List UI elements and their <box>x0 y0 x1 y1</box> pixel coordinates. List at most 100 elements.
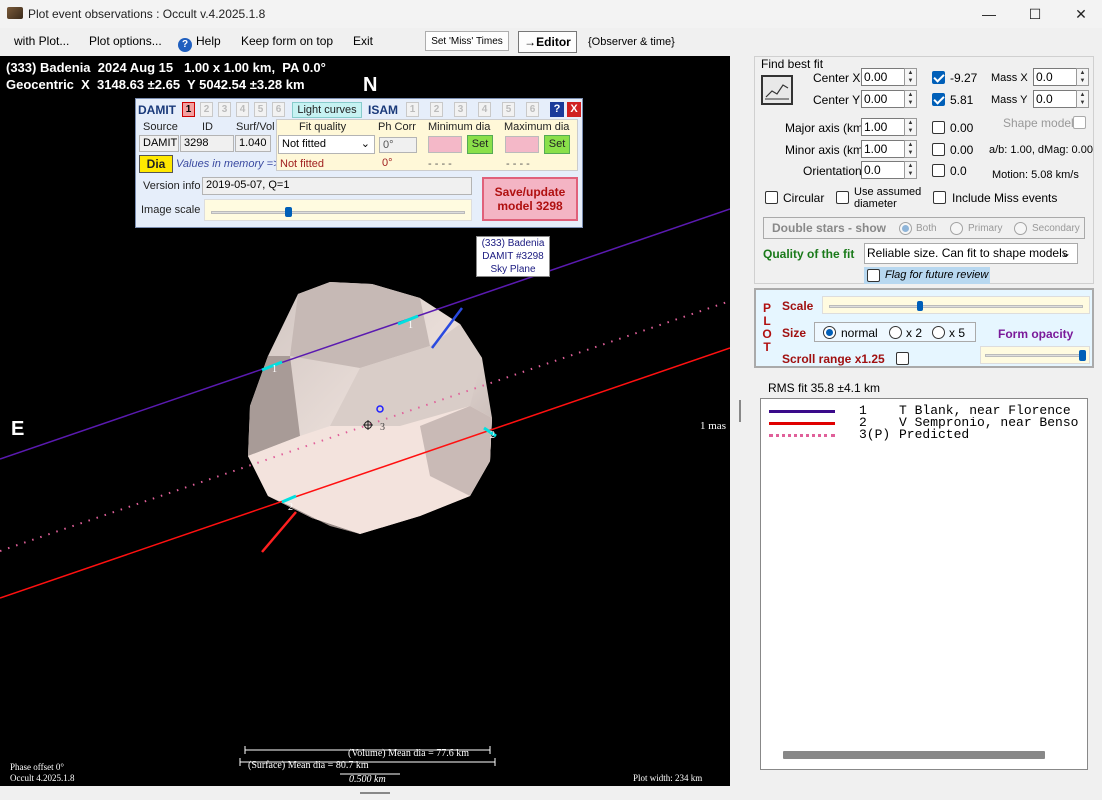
scroll-range-checkbox[interactable] <box>896 352 909 365</box>
minor-axis-checkbox[interactable] <box>932 143 945 156</box>
id-field: 3298 <box>180 135 234 152</box>
save-update-model-button[interactable]: Save/update model 3298 <box>482 177 578 221</box>
menu-exit[interactable]: Exit <box>353 34 373 48</box>
scale-label: Scale <box>782 299 814 313</box>
orientation-checkbox[interactable] <box>932 164 945 177</box>
plot-canvas[interactable]: (333) Badenia 2024 Aug 15 1.00 x 1.00 km… <box>0 56 730 786</box>
center-y-input[interactable]: 0.00 <box>861 90 905 108</box>
scroll-range-label: Scroll range x1.25 <box>782 352 885 366</box>
center-x-spinner[interactable]: ▲ ▼ <box>904 68 917 86</box>
size-x5-radio[interactable] <box>932 326 945 339</box>
slider-thumb[interactable] <box>1079 350 1086 361</box>
form-opacity-slider[interactable] <box>980 346 1090 364</box>
center-x-residual: -9.27 <box>950 71 978 85</box>
mass-x-spinner[interactable]: ▲ ▼ <box>1076 68 1089 86</box>
isam-model-6[interactable]: 6 <box>526 102 539 117</box>
menu-with-plot[interactable]: with Plot... <box>14 34 69 48</box>
menu-help[interactable]: ? Help <box>178 34 221 52</box>
flag-review-checkbox[interactable] <box>867 269 880 282</box>
mass-y-label: Mass Y <box>991 94 1028 106</box>
min-dia-field[interactable] <box>428 136 462 153</box>
damit-close-button[interactable]: X <box>567 102 581 117</box>
isam-model-2[interactable]: 2 <box>430 102 443 117</box>
mass-x-input[interactable]: 0.0 <box>1033 68 1077 86</box>
minimize-button[interactable]: — <box>966 0 1012 28</box>
size-x5-label: x 5 <box>949 326 966 340</box>
orientation-label: Orientation <box>803 164 862 178</box>
label-sky-plane: Sky Plane <box>490 264 536 275</box>
isam-model-5[interactable]: 5 <box>502 102 515 117</box>
damit-help-button[interactable]: ? <box>550 102 564 117</box>
image-scale-slider[interactable] <box>204 199 472 221</box>
fit-quality-select[interactable]: Not fitted ⌄ <box>278 135 375 154</box>
damit-model-6[interactable]: 6 <box>272 102 285 117</box>
image-scale-label: Image scale <box>141 204 201 216</box>
editor-button[interactable]: →Editor <box>518 31 577 53</box>
primary-radio[interactable] <box>950 222 963 235</box>
mass-y-input[interactable]: 0.0 <box>1033 90 1077 108</box>
size-normal-label: normal <box>841 326 878 340</box>
max-dia-header: Maximum dia <box>504 121 570 133</box>
major-axis-checkbox[interactable] <box>932 121 945 134</box>
mass-y-spinner[interactable]: ▲ ▼ <box>1076 90 1089 108</box>
legend-panel: 1 T Blank, near Florence 2 V Sempronio, … <box>760 398 1088 770</box>
min-dia-header: Minimum dia <box>428 121 491 133</box>
close-button[interactable]: ✕ <box>1058 0 1102 28</box>
legend-scrollbar[interactable] <box>783 751 1045 759</box>
minor-axis-input[interactable]: 1.00 <box>861 140 905 158</box>
max-dia-memory: - - - - <box>506 158 530 170</box>
damit-model-1[interactable]: 1 <box>182 102 195 117</box>
secondary-radio[interactable] <box>1014 222 1027 235</box>
maximize-button[interactable]: ☐ <box>1012 0 1058 28</box>
title-bar: Plot event observations : Occult v.4.202… <box>0 0 1102 28</box>
damit-model-5[interactable]: 5 <box>254 102 267 117</box>
orientation-spinner[interactable]: ▲ ▼ <box>904 161 917 179</box>
isam-model-1[interactable]: 1 <box>406 102 419 117</box>
flag-review-row[interactable]: Flag for future review <box>864 267 990 284</box>
center-y-spinner[interactable]: ▲ ▼ <box>904 90 917 108</box>
damit-model-2[interactable]: 2 <box>200 102 213 117</box>
both-radio[interactable] <box>899 222 912 235</box>
include-miss-checkbox[interactable] <box>933 191 946 204</box>
fit-graph-button[interactable] <box>761 75 793 105</box>
menu-plot-options[interactable]: Plot options... <box>89 34 162 48</box>
isam-model-4[interactable]: 4 <box>478 102 491 117</box>
min-dia-set-button[interactable]: Set <box>467 135 493 154</box>
set-miss-times-button[interactable]: Set 'Miss' Times <box>425 31 509 51</box>
center-y-checkbox[interactable] <box>932 93 945 106</box>
damit-model-3[interactable]: 3 <box>218 102 231 117</box>
max-dia-field[interactable] <box>505 136 539 153</box>
center-x-checkbox[interactable] <box>932 71 945 84</box>
minor-axis-spinner[interactable]: ▲ ▼ <box>904 140 917 158</box>
size-normal-radio[interactable] <box>823 326 836 339</box>
observer-time-label[interactable]: {Observer & time} <box>588 36 675 48</box>
isam-model-3[interactable]: 3 <box>454 102 467 117</box>
scale-slider[interactable] <box>822 296 1090 314</box>
bottom-splitter-handle[interactable] <box>360 792 390 794</box>
secondary-label: Secondary <box>1032 223 1080 234</box>
slider-thumb[interactable] <box>285 207 292 217</box>
assumed-dia-checkbox[interactable] <box>836 191 849 204</box>
orientation-input[interactable]: 0.0 <box>861 161 905 179</box>
major-axis-spinner[interactable]: ▲ ▼ <box>904 118 917 136</box>
center-x-label: Center X <box>813 71 861 85</box>
max-dia-set-button[interactable]: Set <box>544 135 570 154</box>
menu-keep-on-top[interactable]: Keep form on top <box>241 34 333 48</box>
dia-button[interactable]: Dia <box>139 155 173 173</box>
best-fit-title: Find best fit <box>761 57 824 71</box>
major-axis-input[interactable]: 1.00 <box>861 118 905 136</box>
light-curves-button[interactable]: Light curves <box>292 102 362 118</box>
damit-model-4[interactable]: 4 <box>236 102 249 117</box>
size-x2-radio[interactable] <box>889 326 902 339</box>
splitter-handle[interactable] <box>739 400 741 422</box>
graph-icon <box>765 84 789 100</box>
circular-checkbox[interactable] <box>765 191 778 204</box>
ph-corr-field[interactable]: 0° <box>379 137 417 153</box>
ab-dmag-label: a/b: 1.00, dMag: 0.00 <box>989 144 1093 156</box>
quality-fit-select[interactable]: Reliable size. Can fit to shape models ⌄ <box>864 243 1078 264</box>
chevron-down-icon: ⌄ <box>1060 246 1071 260</box>
plot-width-label: Plot width: 234 km <box>633 773 703 783</box>
center-x-input[interactable]: 0.00 <box>861 68 905 86</box>
slider-thumb[interactable] <box>917 301 923 311</box>
shape-model-checkbox[interactable] <box>1073 116 1086 129</box>
